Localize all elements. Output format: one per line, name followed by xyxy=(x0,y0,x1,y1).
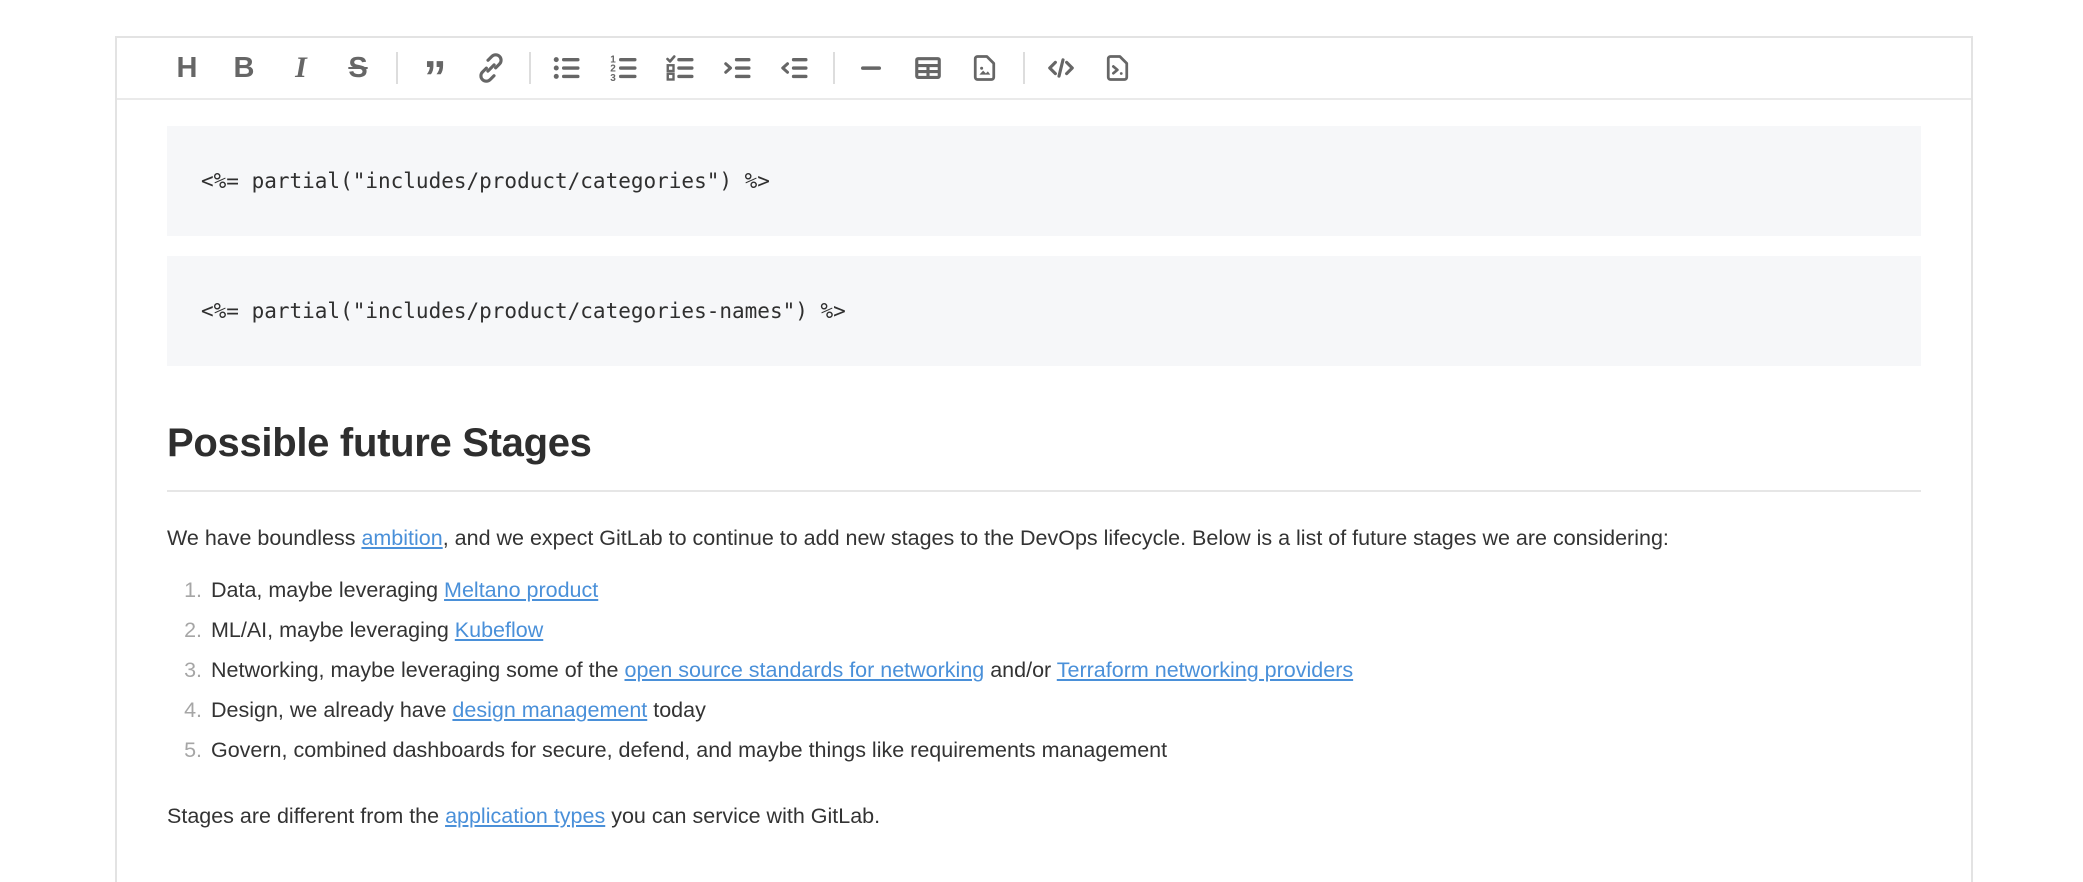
heading-button[interactable]: H xyxy=(165,46,209,90)
document-body: <%= partial("includes/product/categories… xyxy=(117,126,1971,836)
task-list-icon xyxy=(666,53,696,83)
outdent-icon xyxy=(780,53,810,83)
text-segment: today xyxy=(647,698,706,722)
text-segment: Data, maybe leveraging xyxy=(211,578,444,602)
section-heading: Possible future Stages xyxy=(167,420,1921,466)
ordered-list-icon: 1 2 3 xyxy=(609,53,639,83)
toolbar-divider xyxy=(1023,52,1025,84)
image-icon xyxy=(970,53,1000,83)
link-button[interactable] xyxy=(469,46,513,90)
ordered-list-button[interactable]: 1 2 3 xyxy=(602,46,646,90)
task-list-button[interactable] xyxy=(659,46,703,90)
list-item-text: Networking, maybe leveraging some of the… xyxy=(211,650,1353,690)
table-icon xyxy=(913,53,943,83)
list-item: 5. Govern, combined dashboards for secur… xyxy=(167,730,1921,770)
text-segment: Govern, combined dashboards for secure, … xyxy=(211,738,1167,762)
text-segment: Design, we already have xyxy=(211,698,452,722)
list-item: 3. Networking, maybe leveraging some of … xyxy=(167,650,1921,690)
code-icon xyxy=(1046,53,1076,83)
doc-link[interactable]: ambition xyxy=(361,526,442,550)
text-segment: you can service with GitLab. xyxy=(605,804,880,828)
list-marker: 4. xyxy=(167,690,211,730)
bold-button[interactable]: B xyxy=(222,46,266,90)
bold-icon: B xyxy=(234,54,255,83)
svg-text:3: 3 xyxy=(610,73,616,83)
doc-link[interactable]: Meltano product xyxy=(444,578,598,602)
italic-icon: I xyxy=(295,53,307,83)
outdent-button[interactable] xyxy=(773,46,817,90)
horizontal-rule-icon xyxy=(856,53,886,83)
future-stages-list: 1. Data, maybe leveraging Meltano produc… xyxy=(167,570,1921,770)
heading-icon: H xyxy=(177,54,198,83)
list-marker: 1. xyxy=(167,570,211,610)
code-text: <%= partial("includes/product/categories… xyxy=(201,169,770,193)
list-item-text: Govern, combined dashboards for secure, … xyxy=(211,730,1167,770)
doc-link[interactable]: open source standards for networking xyxy=(625,658,985,682)
table-button[interactable] xyxy=(906,46,950,90)
text-segment: We have boundless xyxy=(167,526,361,550)
text-segment: ML/AI, maybe leveraging xyxy=(211,618,455,642)
doc-link[interactable]: application types xyxy=(445,804,605,828)
list-item-text: ML/AI, maybe leveraging Kubeflow xyxy=(211,610,543,650)
markdown-editor: H B I S ” xyxy=(115,36,1973,882)
indent-icon xyxy=(723,53,753,83)
image-button[interactable] xyxy=(963,46,1007,90)
doc-link[interactable]: design management xyxy=(452,698,647,722)
bullet-list-icon xyxy=(552,53,582,83)
horizontal-rule-button[interactable] xyxy=(849,46,893,90)
italic-button[interactable]: I xyxy=(279,46,323,90)
code-block-button[interactable] xyxy=(1096,46,1140,90)
indent-button[interactable] xyxy=(716,46,760,90)
text-segment: and/or xyxy=(984,658,1057,682)
blockquote-button[interactable]: ” xyxy=(412,46,456,90)
strikethrough-icon: S xyxy=(348,54,367,83)
toolbar-divider xyxy=(396,52,398,84)
code-block: <%= partial("includes/product/categories… xyxy=(167,256,1921,366)
bullet-list-button[interactable] xyxy=(545,46,589,90)
doc-link[interactable]: Kubeflow xyxy=(455,618,543,642)
list-item: 2. ML/AI, maybe leveraging Kubeflow xyxy=(167,610,1921,650)
code-block: <%= partial("includes/product/categories… xyxy=(167,126,1921,236)
list-marker: 3. xyxy=(167,650,211,690)
toolbar-divider xyxy=(529,52,531,84)
list-item: 1. Data, maybe leveraging Meltano produc… xyxy=(167,570,1921,610)
code-block-icon xyxy=(1103,53,1133,83)
list-marker: 5. xyxy=(167,730,211,770)
doc-link[interactable]: Terraform networking providers xyxy=(1057,658,1353,682)
code-text: <%= partial("includes/product/categories… xyxy=(201,299,846,323)
intro-paragraph: We have boundless ambition, and we expec… xyxy=(167,518,1921,558)
text-segment: , and we expect GitLab to continue to ad… xyxy=(443,526,1669,550)
link-icon xyxy=(476,53,506,83)
list-item: 4. Design, we already have design manage… xyxy=(167,690,1921,730)
heading-rule xyxy=(167,490,1921,492)
editor-toolbar: H B I S ” xyxy=(117,38,1971,100)
text-segment: Stages are different from the xyxy=(167,804,445,828)
toolbar-divider xyxy=(833,52,835,84)
list-item-text: Data, maybe leveraging Meltano product xyxy=(211,570,598,610)
blockquote-icon: ” xyxy=(424,68,445,86)
text-segment: Networking, maybe leveraging some of the xyxy=(211,658,625,682)
list-marker: 2. xyxy=(167,610,211,650)
list-item-text: Design, we already have design managemen… xyxy=(211,690,706,730)
strikethrough-button[interactable]: S xyxy=(336,46,380,90)
code-button[interactable] xyxy=(1039,46,1083,90)
outro-paragraph: Stages are different from the applicatio… xyxy=(167,796,1921,836)
